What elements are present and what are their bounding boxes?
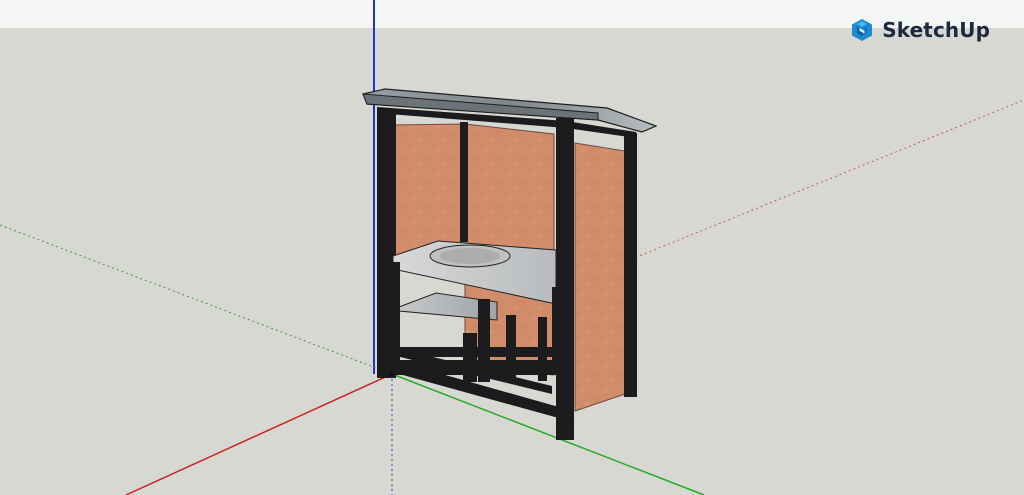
- sketchup-logo-icon: [852, 19, 873, 41]
- red-axis-negative: [616, 99, 1024, 266]
- sketchup-viewport[interactable]: SketchUp: [0, 0, 1024, 495]
- grill-cutout-inner: [440, 248, 500, 264]
- 3d-scene[interactable]: [0, 0, 1024, 495]
- sketchup-brand: SketchUp: [850, 18, 990, 42]
- center-bottom-brace: [478, 299, 490, 382]
- center-mid-upright: [552, 287, 560, 374]
- right-side-panel: [574, 142, 626, 412]
- green-axis-negative: [0, 224, 393, 375]
- right-bottom-brace: [538, 317, 547, 381]
- sketchup-brand-name: SketchUp: [882, 18, 990, 42]
- axis-origin: [390, 372, 394, 376]
- back-right-post: [624, 133, 637, 397]
- left-mid-upright: [392, 262, 400, 372]
- right-front-post: [556, 118, 574, 440]
- center-right-brace: [506, 315, 516, 382]
- left-bottom-brace: [463, 333, 477, 382]
- red-axis-positive: [125, 373, 393, 495]
- back-left-post: [460, 122, 468, 242]
